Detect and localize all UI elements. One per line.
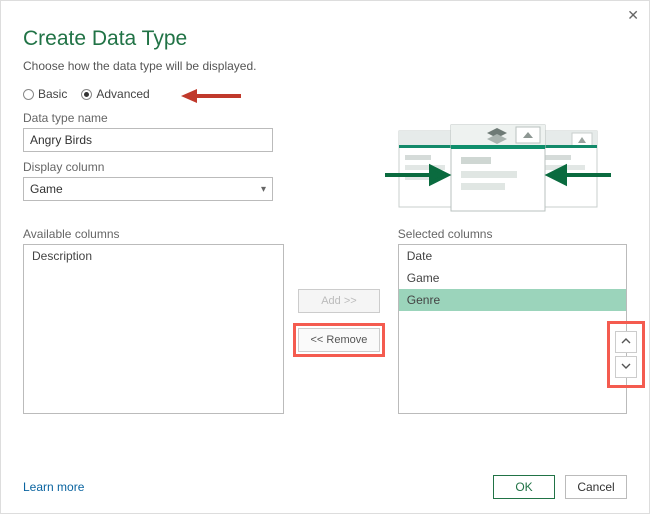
add-button[interactable]: Add >> — [298, 289, 380, 313]
radio-basic-label: Basic — [38, 87, 67, 101]
available-columns-list[interactable]: Description — [23, 244, 284, 414]
preview-graphic — [381, 123, 615, 215]
list-item[interactable]: Genre — [399, 289, 626, 311]
dialog-title: Create Data Type — [23, 27, 627, 51]
cancel-button[interactable]: Cancel — [565, 475, 627, 499]
annotation-highlight — [607, 321, 645, 388]
list-item[interactable]: Description — [24, 245, 283, 267]
chevron-down-icon — [621, 362, 631, 373]
list-item[interactable]: Game — [399, 267, 626, 289]
remove-button[interactable]: << Remove — [298, 328, 380, 352]
radio-advanced-label: Advanced — [96, 87, 149, 101]
data-type-name-value: Angry Birds — [30, 133, 92, 147]
chevron-up-icon — [621, 337, 631, 348]
annotation-highlight: << Remove — [293, 323, 385, 357]
cancel-button-label: Cancel — [577, 480, 614, 494]
selected-columns-list[interactable]: DateGameGenre — [398, 244, 627, 414]
display-column-select[interactable]: Game ▾ — [23, 177, 273, 201]
dialog-subtitle: Choose how the data type will be display… — [23, 59, 627, 73]
annotation-arrow-icon — [181, 87, 241, 108]
display-column-value: Game — [30, 182, 63, 196]
ok-button-label: OK — [515, 480, 532, 494]
radio-advanced[interactable]: Advanced — [81, 87, 149, 101]
remove-button-label: << Remove — [311, 334, 368, 346]
chevron-down-icon: ▾ — [261, 184, 266, 195]
list-item[interactable]: Date — [399, 245, 626, 267]
radio-icon — [23, 89, 34, 100]
learn-more-link[interactable]: Learn more — [23, 480, 84, 494]
data-type-name-input[interactable]: Angry Birds — [23, 128, 273, 152]
close-icon[interactable]: ✕ — [627, 7, 639, 24]
radio-basic[interactable]: Basic — [23, 87, 67, 101]
selected-columns-label: Selected columns — [398, 227, 627, 241]
ok-button[interactable]: OK — [493, 475, 555, 499]
add-button-label: Add >> — [321, 295, 356, 307]
radio-icon — [81, 89, 92, 100]
move-down-button[interactable] — [615, 356, 637, 378]
available-columns-label: Available columns — [23, 227, 284, 241]
move-up-button[interactable] — [615, 331, 637, 353]
